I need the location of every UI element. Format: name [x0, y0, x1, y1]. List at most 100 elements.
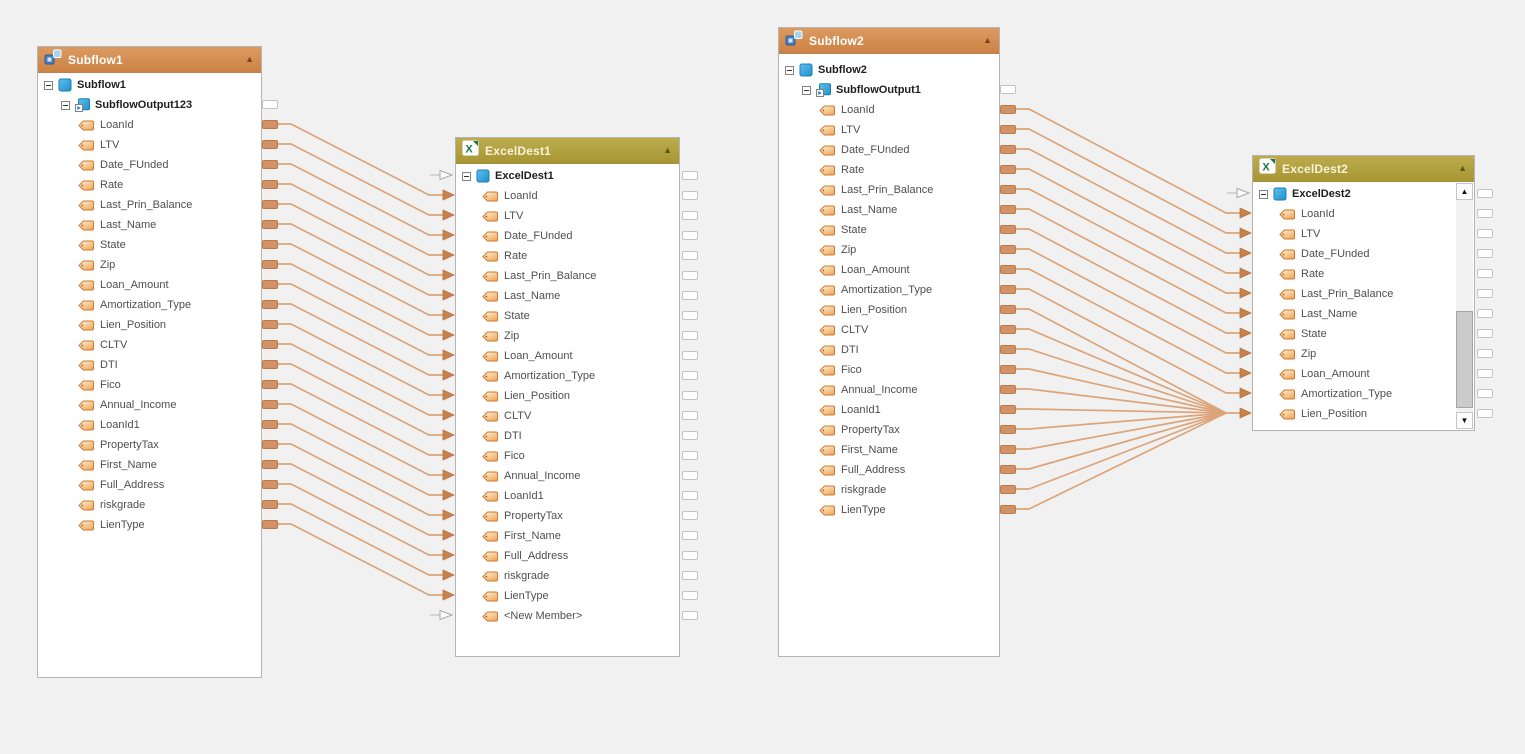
- node-header[interactable]: X ExcelDest1 ▲: [456, 138, 679, 164]
- field-row[interactable]: Rate: [779, 160, 999, 180]
- field-row[interactable]: State: [38, 235, 261, 255]
- output-port-empty[interactable]: [1477, 348, 1493, 358]
- connector[interactable]: [278, 383, 455, 461]
- output-port-empty[interactable]: [1477, 368, 1493, 378]
- connector[interactable]: [1016, 248, 1252, 359]
- field-row[interactable]: LTV: [38, 135, 261, 155]
- output-port-empty[interactable]: [682, 210, 698, 220]
- field-row[interactable]: DTI: [779, 340, 999, 360]
- output-port-empty[interactable]: [682, 530, 698, 540]
- field-row[interactable]: Loan_Amount: [38, 275, 261, 295]
- connector[interactable]: [1016, 412, 1227, 510]
- field-row[interactable]: Lien_Position: [1253, 404, 1474, 424]
- output-port-empty[interactable]: [682, 430, 698, 440]
- output-port-empty[interactable]: [682, 450, 698, 460]
- field-row[interactable]: Annual_Income: [456, 466, 679, 486]
- output-port-empty[interactable]: [682, 490, 698, 500]
- field-row[interactable]: LoanId1: [779, 400, 999, 420]
- connector[interactable]: [278, 503, 455, 581]
- output-port[interactable]: [262, 239, 278, 249]
- connector[interactable]: [278, 443, 455, 521]
- connector[interactable]: [1016, 412, 1227, 490]
- field-row[interactable]: Last_Name: [1253, 304, 1474, 324]
- output-port[interactable]: [1000, 444, 1016, 454]
- field-row[interactable]: Date_FUnded: [779, 140, 999, 160]
- field-row[interactable]: Loan_Amount: [779, 260, 999, 280]
- field-row[interactable]: State: [1253, 324, 1474, 344]
- connector[interactable]: [278, 303, 455, 381]
- connector[interactable]: [1016, 188, 1252, 299]
- connector[interactable]: [278, 123, 455, 201]
- field-row[interactable]: Last_Prin_Balance: [38, 195, 261, 215]
- field-row[interactable]: Lien_Position: [38, 315, 261, 335]
- output-port[interactable]: [262, 519, 278, 529]
- output-port[interactable]: [1000, 424, 1016, 434]
- field-row[interactable]: riskgrade: [779, 480, 999, 500]
- scrollbar-thumb[interactable]: [1456, 311, 1473, 408]
- connector[interactable]: [1016, 328, 1227, 414]
- field-row[interactable]: Loan_Amount: [456, 346, 679, 366]
- output-port[interactable]: [1000, 144, 1016, 154]
- connector[interactable]: [1016, 388, 1227, 414]
- collapse-expander-minus[interactable]: [785, 65, 794, 75]
- connector[interactable]: [1016, 412, 1227, 430]
- output-port[interactable]: [262, 379, 278, 389]
- connector[interactable]: [278, 523, 455, 601]
- field-row[interactable]: CLTV: [456, 406, 679, 426]
- connector[interactable]: [278, 263, 455, 341]
- output-port-empty[interactable]: [682, 570, 698, 580]
- scrollbar-down-button[interactable]: ▼: [1456, 412, 1473, 429]
- field-row[interactable]: Fico: [456, 446, 679, 466]
- field-row[interactable]: Date_FUnded: [38, 155, 261, 175]
- output-port-empty[interactable]: [1477, 248, 1493, 258]
- tree-root-row[interactable]: ExcelDest1: [456, 166, 679, 186]
- field-row[interactable]: LoanId: [456, 186, 679, 206]
- output-port-empty[interactable]: [682, 550, 698, 560]
- field-row[interactable]: Zip: [38, 255, 261, 275]
- field-row[interactable]: riskgrade: [456, 566, 679, 586]
- output-port-empty[interactable]: [682, 390, 698, 400]
- field-row[interactable]: LTV: [456, 206, 679, 226]
- field-row[interactable]: First_Name: [38, 455, 261, 475]
- field-row[interactable]: Lien_Position: [779, 300, 999, 320]
- output-port[interactable]: [1000, 104, 1016, 114]
- connector[interactable]: [1016, 412, 1227, 470]
- field-row[interactable]: LTV: [779, 120, 999, 140]
- field-row[interactable]: Full_Address: [456, 546, 679, 566]
- output-port[interactable]: [1000, 284, 1016, 294]
- field-row[interactable]: Rate: [38, 175, 261, 195]
- output-port[interactable]: [262, 479, 278, 489]
- output-port[interactable]: [1000, 224, 1016, 234]
- field-row[interactable]: <New Member>: [456, 606, 679, 626]
- output-port[interactable]: [262, 279, 278, 289]
- field-row[interactable]: Last_Prin_Balance: [779, 180, 999, 200]
- scrollbar-up-button[interactable]: ▲: [1456, 183, 1473, 200]
- connector[interactable]: [278, 483, 455, 561]
- connector[interactable]: [278, 183, 455, 261]
- output-port-empty[interactable]: [1477, 388, 1493, 398]
- collapse-button[interactable]: ▲: [663, 146, 672, 155]
- output-port-empty[interactable]: [1477, 288, 1493, 298]
- output-port[interactable]: [262, 139, 278, 149]
- field-row[interactable]: DTI: [38, 355, 261, 375]
- field-row[interactable]: Amortization_Type: [1253, 384, 1474, 404]
- field-row[interactable]: LoanId1: [456, 486, 679, 506]
- field-row[interactable]: Last_Prin_Balance: [1253, 284, 1474, 304]
- field-row[interactable]: Annual_Income: [38, 395, 261, 415]
- field-row[interactable]: LienType: [38, 515, 261, 535]
- connector[interactable]: [278, 243, 455, 321]
- output-port[interactable]: [1000, 164, 1016, 174]
- field-row[interactable]: PropertyTax: [456, 506, 679, 526]
- connector[interactable]: [1016, 108, 1252, 219]
- field-row[interactable]: Full_Address: [38, 475, 261, 495]
- output-port-empty[interactable]: [1000, 84, 1016, 94]
- output-port[interactable]: [262, 119, 278, 129]
- node-header[interactable]: Subflow1 ▲: [38, 47, 261, 73]
- connector[interactable]: [1016, 148, 1252, 259]
- connector[interactable]: [278, 363, 455, 441]
- field-row[interactable]: PropertyTax: [779, 420, 999, 440]
- field-row[interactable]: LienType: [779, 500, 999, 520]
- field-row[interactable]: LoanId: [779, 100, 999, 120]
- field-row[interactable]: Rate: [456, 246, 679, 266]
- collapse-button[interactable]: ▲: [1458, 164, 1467, 173]
